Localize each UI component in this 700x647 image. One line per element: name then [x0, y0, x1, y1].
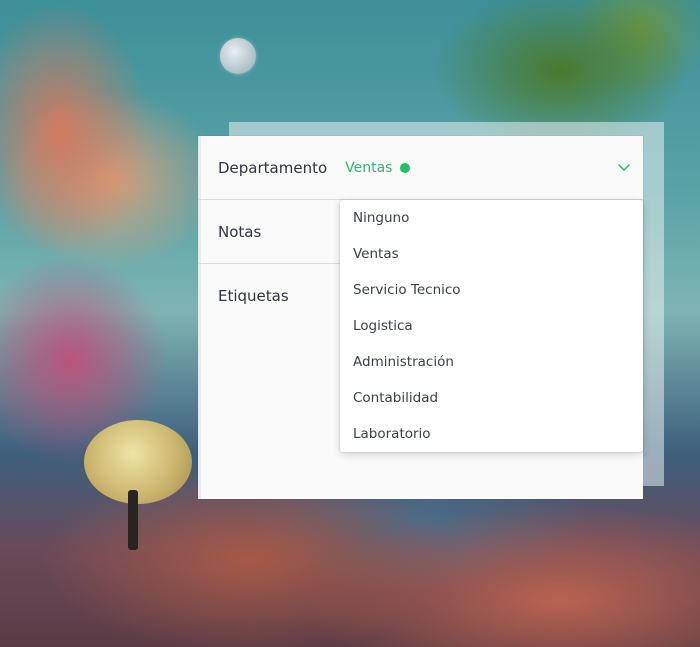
notas-label: Notas: [218, 222, 262, 241]
departamento-dropdown-menu: Ninguno Ventas Servicio Tecnico Logistic…: [340, 200, 643, 452]
option-servicio-tecnico[interactable]: Servicio Tecnico: [340, 272, 643, 308]
option-contabilidad[interactable]: Contabilidad: [340, 380, 643, 416]
chevron-down-icon[interactable]: [617, 160, 631, 174]
option-laboratorio[interactable]: Laboratorio: [340, 416, 643, 452]
option-ninguno[interactable]: Ninguno: [340, 200, 643, 236]
departamento-label: Departamento: [218, 158, 328, 177]
option-ventas[interactable]: Ventas: [340, 236, 643, 272]
etiquetas-label: Etiquetas: [218, 287, 289, 305]
tree-illustration: [84, 420, 192, 504]
status-dot-icon: [400, 162, 411, 173]
tree-trunk-illustration: [128, 490, 138, 550]
moon-illustration: [220, 38, 256, 74]
option-logistica[interactable]: Logistica: [340, 308, 643, 344]
option-administracion[interactable]: Administración: [340, 344, 643, 380]
departamento-select[interactable]: Departamento Ventas: [198, 136, 643, 200]
departamento-selected-value: Ventas: [345, 159, 393, 176]
